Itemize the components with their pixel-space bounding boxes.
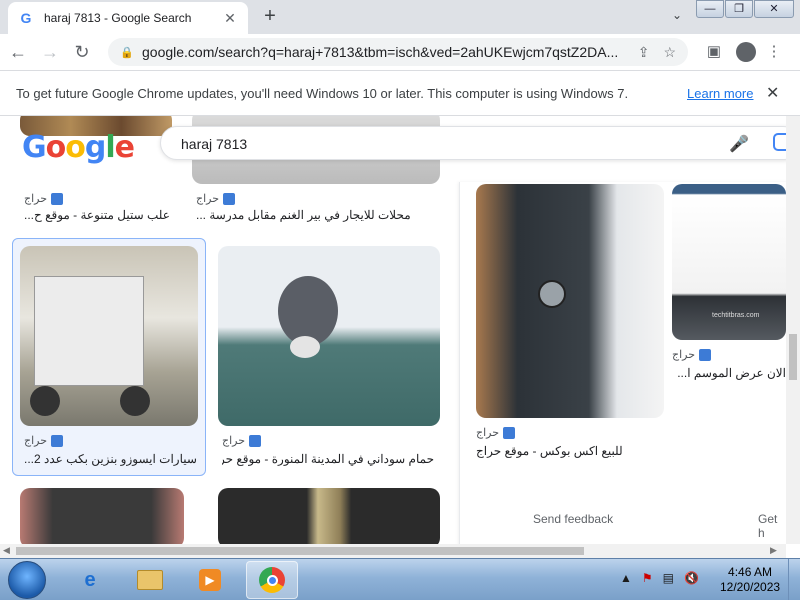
scroll-left-arrow-icon[interactable]: ◀ (3, 545, 10, 556)
network-icon[interactable]: ▤ (663, 571, 674, 585)
start-button[interactable] (8, 561, 46, 599)
send-feedback-link[interactable]: Send feedback (533, 512, 613, 526)
result-thumbnail-pigeon[interactable] (218, 246, 440, 426)
search-query[interactable]: haraj 7813 (181, 136, 247, 152)
haraj-favicon-icon (249, 434, 262, 447)
forward-arrow-icon[interactable]: → (36, 38, 64, 66)
haraj-favicon-icon (51, 434, 64, 447)
horizontal-scroll-thumb[interactable] (16, 547, 584, 555)
search-input[interactable]: haraj 7813 🎤 (160, 126, 786, 160)
haraj-favicon-icon (51, 192, 64, 205)
related-thumbnail-text: techtitbras.com (712, 312, 760, 319)
result-caption[interactable]: علب ستيل متنوعة - موقع ح... (24, 208, 174, 222)
preview-caption[interactable]: للبيع اكس بوكس - موقع حراج (476, 444, 662, 458)
related-caption[interactable]: الان عرض الموسم ا... (678, 366, 786, 380)
result-source: حراج (222, 434, 262, 447)
tab-strip: G haraj 7813 - Google Search ✕ + ⌄ — ❐ ✕ (0, 0, 800, 34)
show-hidden-icons-icon[interactable]: ▲ (620, 571, 632, 585)
result-thumbnail[interactable] (20, 488, 184, 544)
internet-explorer-icon[interactable]: e (64, 561, 116, 599)
google-logo[interactable]: Google (22, 130, 135, 165)
result-thumbnail-truck[interactable] (20, 246, 198, 426)
result-source: حراج (24, 434, 64, 447)
volume-muted-icon[interactable]: 🔇 (684, 571, 699, 585)
haraj-favicon-icon (223, 192, 236, 205)
infobar-close-icon[interactable]: ✕ (766, 83, 779, 103)
tab-search-chevron-icon[interactable]: ⌄ (672, 8, 682, 22)
address-bar[interactable]: 🔒 google.com/search?q=haraj+7813&tbm=isc… (108, 38, 688, 66)
url-text[interactable]: google.com/search?q=haraj+7813&tbm=isch&… (142, 44, 624, 60)
result-source: حراج (196, 192, 236, 205)
windows-taskbar: e ▶ ▲ ⚑ ▤ 🔇 4:46 AM 12/20/2023 (0, 558, 800, 600)
file-explorer-icon[interactable] (124, 561, 176, 599)
result-source: حراج (672, 348, 712, 361)
preview-image-xbox[interactable] (476, 184, 664, 418)
back-arrow-icon[interactable]: ← (4, 38, 32, 66)
result-caption[interactable]: محلات للايجار في بير الغنم مقابل مدرسة .… (196, 208, 436, 222)
update-infobar: To get future Google Chrome updates, you… (0, 70, 800, 116)
tab-title: haraj 7813 - Google Search (44, 11, 192, 25)
result-caption[interactable]: سيارات ايسوزو بنزين بكب عدد 2... (24, 452, 200, 466)
clock-time: 4:46 AM (728, 565, 773, 579)
system-tray: ▲ ⚑ ▤ 🔇 (620, 571, 699, 585)
infobar-message: To get future Google Chrome updates, you… (16, 85, 629, 101)
browser-toolbar: ← → ↻ 🔒 google.com/search?q=haraj+7813&t… (0, 34, 800, 70)
profile-avatar[interactable] (736, 42, 756, 62)
google-lens-icon[interactable] (773, 133, 786, 151)
result-caption[interactable]: حمام سوداني في المدينة المنورة - موقع حر… (222, 452, 434, 466)
vertical-scrollbar[interactable] (786, 116, 800, 544)
minimize-button[interactable]: — (696, 0, 724, 18)
google-favicon-icon: G (20, 10, 32, 26)
media-player-icon[interactable]: ▶ (184, 561, 236, 599)
horizontal-scrollbar[interactable]: ◀ ▶ (0, 544, 786, 558)
bookmark-star-icon[interactable]: ☆ (663, 44, 676, 61)
browser-tab[interactable]: G haraj 7813 - Google Search ✕ (8, 2, 248, 34)
close-window-button[interactable]: ✕ (754, 0, 794, 18)
result-thumbnail[interactable] (218, 488, 440, 544)
result-source: حراج (476, 426, 516, 439)
clock-date: 12/20/2023 (720, 580, 781, 594)
show-desktop-button[interactable] (788, 559, 800, 600)
result-source: حراج (24, 192, 64, 205)
tab-close-icon[interactable]: ✕ (222, 10, 238, 27)
side-panel-icon[interactable]: ▣ (700, 38, 728, 66)
chrome-taskbar-icon[interactable] (246, 561, 298, 599)
taskbar-clock[interactable]: 4:46 AM 12/20/2023 (720, 565, 780, 595)
restore-button[interactable]: ❐ (725, 0, 753, 18)
window-controls: — ❐ ✕ (695, 0, 794, 18)
action-center-flag-icon[interactable]: ⚑ (642, 571, 653, 585)
new-tab-button[interactable]: + (260, 6, 280, 26)
page-content: Google haraj 7813 🎤 حراج علب ستيل متنوعة… (0, 116, 786, 544)
haraj-favicon-icon (699, 348, 712, 361)
get-help-link[interactable]: Get h (758, 512, 786, 540)
scroll-right-arrow-icon[interactable]: ▶ (770, 545, 777, 556)
learn-more-link[interactable]: Learn more (687, 86, 753, 101)
menu-kebab-icon[interactable]: ⋮ (760, 38, 788, 66)
share-icon[interactable]: ⇪ (638, 44, 650, 61)
related-thumbnail[interactable]: techtitbras.com (672, 184, 786, 340)
lock-icon: 🔒 (120, 46, 134, 59)
reload-icon[interactable]: ↻ (68, 38, 96, 66)
haraj-favicon-icon (503, 426, 516, 439)
vertical-scroll-thumb[interactable] (789, 334, 797, 380)
microphone-icon[interactable]: 🎤 (729, 134, 749, 154)
